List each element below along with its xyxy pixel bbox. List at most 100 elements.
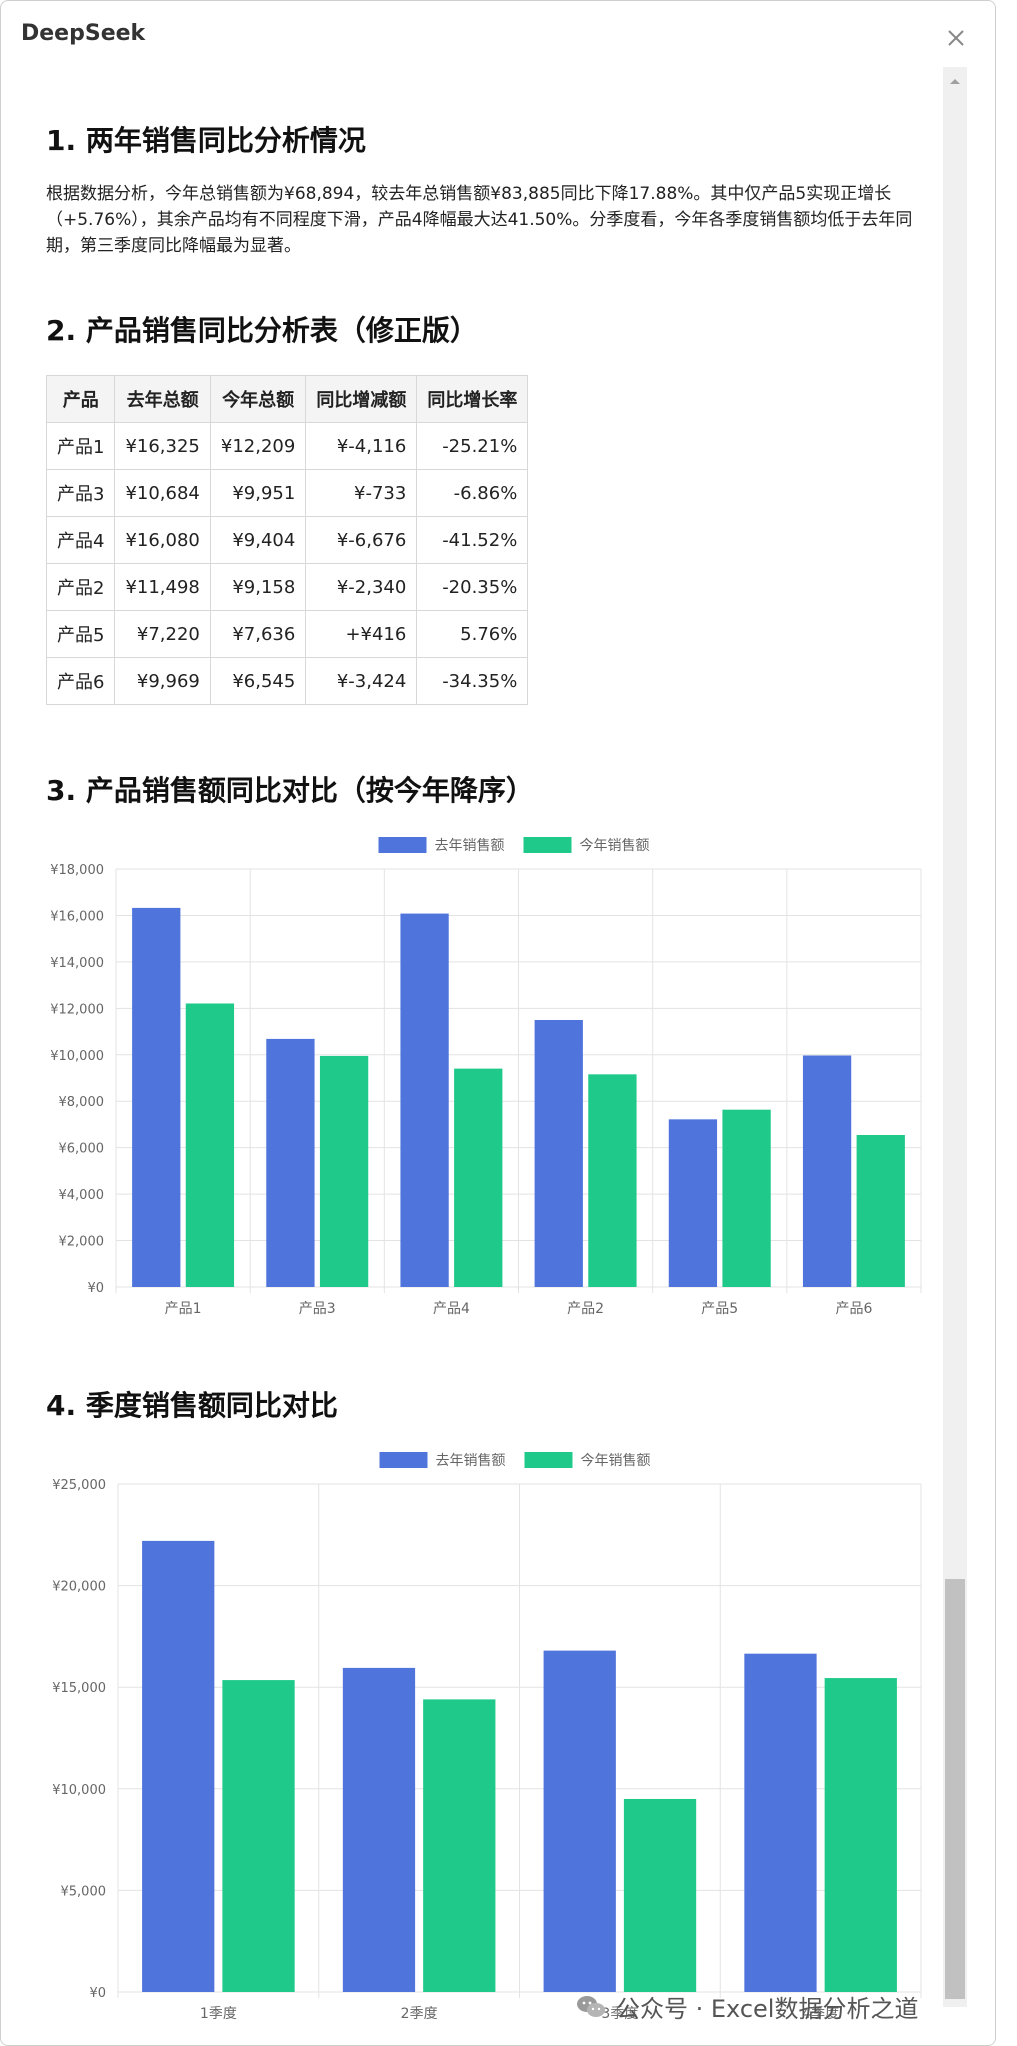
y-tick-label: ¥16,000 [50, 909, 104, 924]
table-row: 产品6 ¥9,969 ¥6,545 ¥-3,424 -34.35% [45, 657, 529, 705]
x-tick-label: 产品6 [835, 1301, 872, 1317]
y-tick-label: ¥0 [89, 1986, 106, 2001]
y-tick-label: ¥14,000 [50, 956, 104, 971]
bar [222, 1680, 295, 1992]
bar [824, 1678, 897, 1992]
app-title: DeepSeek [21, 21, 146, 46]
product-sales-chart: 去年销售额 今年销售额 ¥0 ¥2,000 ¥4,000 ¥6,000 ¥8,000 ¥10,… [46, 827, 926, 1337]
y-tick-label: ¥6,000 [59, 1142, 105, 1157]
y-tick-label: ¥12,000 [50, 1002, 104, 1017]
dialog-window: DeepSeek 1. 两年销售同比分析情况 根据数据分析，今年总销售额为¥68… [0, 0, 996, 2046]
bar [132, 907, 181, 1287]
table-cell: 产品2 [45, 563, 116, 611]
table-cell: ¥10,684 [114, 469, 211, 517]
y-tick-label: ¥2,000 [59, 1235, 105, 1250]
bar [668, 1119, 718, 1287]
table-header: 产品 [45, 375, 116, 423]
x-tick-label: 产品1 [165, 1301, 202, 1317]
legend-label: 今年销售额 [580, 838, 650, 854]
y-tick-label: ¥0 [87, 1281, 104, 1296]
y-tick-label: ¥18,000 [50, 863, 104, 878]
x-tick-label: 产品3 [299, 1301, 336, 1317]
bar [423, 1699, 496, 1992]
legend-swatch [523, 837, 572, 853]
table-cell: -34.35% [416, 657, 529, 705]
table-cell: -6.86% [416, 469, 529, 517]
table-row: 产品5 ¥7,220 ¥7,636 +¥416 5.76% [45, 610, 529, 658]
x-tick-label: 产品2 [567, 1301, 604, 1317]
y-tick-label: ¥5,000 [61, 1884, 107, 1899]
table-cell: ¥-4,116 [305, 422, 418, 470]
y-tick-label: ¥25,000 [52, 1478, 106, 1493]
table-cell: ¥9,969 [114, 657, 211, 705]
table-cell: 产品1 [45, 422, 116, 470]
bar [623, 1798, 697, 1992]
table-cell: ¥11,498 [114, 563, 211, 611]
table-row: 产品2 ¥11,498 ¥9,158 ¥-2,340 -20.35% [45, 563, 529, 611]
legend-label: 去年销售额 [435, 838, 505, 854]
summary-paragraph: 根据数据分析，今年总销售额为¥68,894，较去年总销售额¥83,885同比下降… [46, 181, 916, 259]
y-tick-label: ¥10,000 [52, 1783, 106, 1798]
table-cell: ¥-6,676 [305, 516, 418, 564]
scrollbar-thumb[interactable] [945, 1579, 965, 1999]
table-cell: ¥16,325 [114, 422, 211, 470]
bar [543, 1650, 616, 1992]
table-cell: ¥-2,340 [305, 563, 418, 611]
table-row: 产品4 ¥16,080 ¥9,404 ¥-6,676 -41.52% [45, 516, 529, 564]
bar [722, 1109, 771, 1287]
table-cell: ¥9,158 [209, 563, 307, 611]
legend-swatch [379, 1452, 428, 1468]
y-tick-label: ¥10,000 [50, 1049, 104, 1064]
bar [588, 1074, 637, 1287]
wechat-icon [577, 1995, 605, 2017]
bar [319, 1055, 369, 1287]
y-tick-label: ¥8,000 [59, 1095, 105, 1110]
x-tick-label: 产品5 [701, 1301, 738, 1317]
table-row: 产品3 ¥10,684 ¥9,951 ¥-733 -6.86% [45, 469, 529, 517]
table-cell: ¥-733 [305, 469, 418, 517]
summary-text: 根据数据分析，今年总销售额为¥68,894，较去年总销售额¥83,885同比下降… [46, 184, 913, 256]
table-cell: 产品6 [45, 657, 116, 705]
table-cell: 5.76% [416, 610, 529, 658]
quarterly-sales-chart: 去年销售额 今年销售额 ¥0 ¥5,000 ¥10,000 ¥15,000 ¥20,000 ¥… [46, 1442, 926, 2042]
table-cell: +¥416 [305, 610, 418, 658]
watermark: 公众号 · Excel数据分析之道 [576, 1989, 918, 2024]
bar [856, 1135, 905, 1287]
table-row: 产品1 ¥16,325 ¥12,209 ¥-4,116 -25.21% [45, 422, 529, 470]
legend-swatch [378, 837, 427, 853]
bar [534, 1019, 583, 1287]
product-sales-chart-svg: 去年销售额 今年销售额 ¥0 ¥2,000 ¥4,000 ¥6,000 ¥8,000 ¥10,… [50, 837, 922, 1317]
legend-label: 去年销售额 [436, 1453, 506, 1469]
table-cell: -20.35% [416, 563, 529, 611]
table-cell: ¥16,080 [114, 516, 211, 564]
vertical-scrollbar[interactable] [943, 67, 967, 2007]
table-cell: -41.52% [416, 516, 529, 564]
scroll-up-arrow-icon[interactable] [943, 71, 967, 91]
table-cell: 产品4 [45, 516, 116, 564]
bar [266, 1038, 315, 1287]
bar [802, 1055, 852, 1287]
table-cell: 产品5 [45, 610, 116, 658]
table-header-row: 产品 去年总额 今年总额 同比增减额 同比增长率 [45, 375, 529, 423]
y-tick-label: ¥15,000 [52, 1681, 106, 1696]
close-icon[interactable] [941, 23, 971, 53]
table-cell: ¥6,545 [209, 657, 307, 705]
table-cell: ¥9,404 [209, 516, 307, 564]
section-title-4: 4. 季度销售额同比对比 [46, 1389, 338, 1422]
table-cell: ¥12,209 [209, 422, 307, 470]
x-tick-label: 2季度 [401, 2006, 438, 2022]
section-title-2: 2. 产品销售同比分析表（修正版） [46, 314, 478, 347]
bar [400, 913, 449, 1287]
sales-table: 产品 去年总额 今年总额 同比增减额 同比增长率 产品1 ¥16,325 ¥12,2… [45, 375, 529, 705]
table-cell: ¥7,636 [209, 610, 307, 658]
bar [142, 1540, 215, 1992]
table-header: 去年总额 [114, 375, 211, 423]
bar [454, 1068, 503, 1287]
table-cell: ¥-3,424 [305, 657, 418, 705]
x-tick-label: 产品4 [433, 1301, 470, 1317]
legend-swatch [524, 1452, 573, 1468]
y-tick-label: ¥4,000 [59, 1188, 105, 1203]
table-cell: ¥7,220 [114, 610, 211, 658]
bar [342, 1667, 416, 1992]
table-header: 同比增减额 [305, 375, 418, 423]
